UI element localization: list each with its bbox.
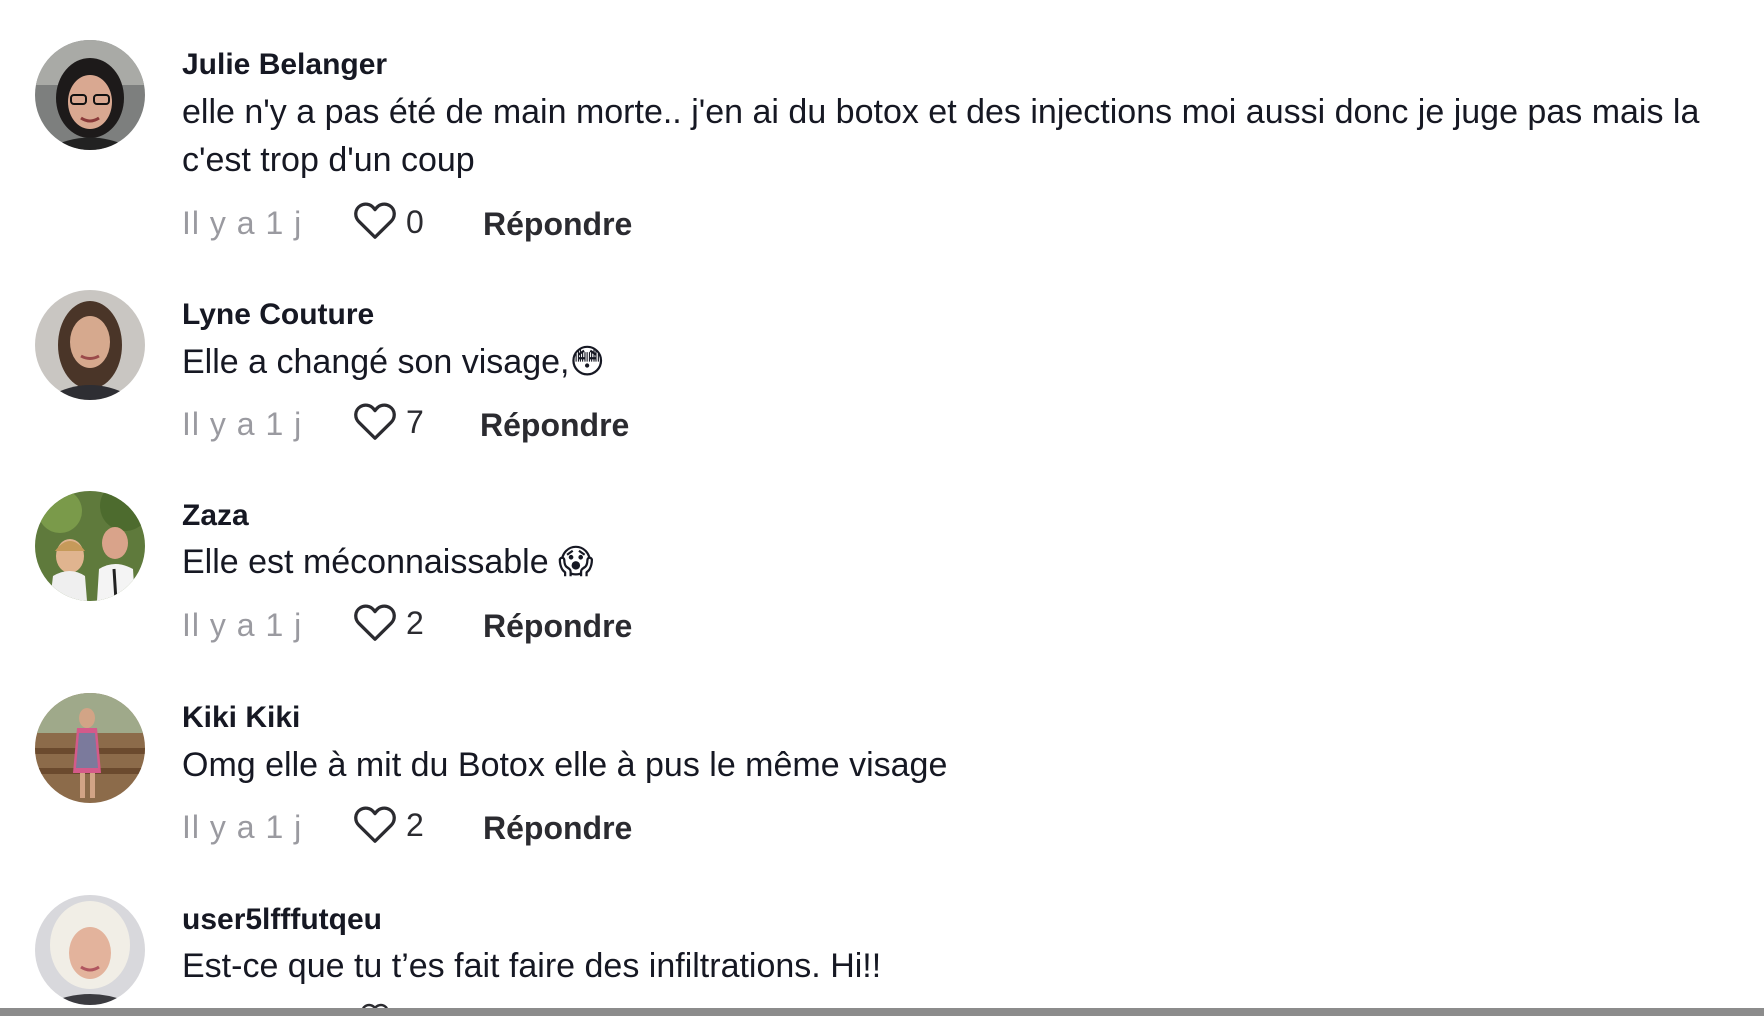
comment-username[interactable]: Lyne Couture bbox=[182, 298, 374, 332]
avatar[interactable] bbox=[35, 895, 145, 1005]
flushed-face-emoji: 😳 bbox=[569, 343, 605, 381]
comment-timestamp: Il y a 1 j bbox=[182, 809, 303, 845]
heart-icon[interactable] bbox=[353, 804, 397, 844]
avatar[interactable] bbox=[35, 40, 145, 150]
comment-timestamp: Il y a 1 j bbox=[182, 607, 303, 643]
comment-text: Elle est méconnaissable 😱 bbox=[182, 538, 1722, 586]
bottom-divider bbox=[0, 1008, 1764, 1016]
reply-button[interactable]: Répondre bbox=[483, 206, 632, 243]
comment-timestamp: Il y a 1 j bbox=[182, 205, 303, 241]
comment-text-body: Elle est méconnaissable bbox=[182, 543, 559, 581]
like-count: 2 bbox=[406, 807, 424, 843]
reply-button[interactable]: Répondre bbox=[480, 407, 629, 444]
comment-text-body: Elle a changé son visage, bbox=[182, 343, 570, 381]
comment-username[interactable]: Kiki Kiki bbox=[182, 701, 300, 735]
comment-text: Est-ce que tu t’es fait faire des infilt… bbox=[182, 947, 882, 985]
avatar[interactable] bbox=[35, 693, 145, 803]
comment-username[interactable]: Julie Belanger bbox=[182, 48, 387, 82]
heart-icon[interactable] bbox=[353, 401, 397, 441]
reply-button[interactable]: Répondre bbox=[483, 810, 632, 847]
comment-text: elle n'y a pas été de main morte.. j'en … bbox=[182, 93, 1700, 179]
comment-username[interactable]: user5lfffutqeu bbox=[182, 903, 382, 937]
screaming-face-emoji: 😱 bbox=[558, 543, 594, 581]
comment-timestamp: Il y a 1 j bbox=[182, 406, 303, 442]
heart-icon[interactable] bbox=[353, 602, 397, 642]
comment-text: Omg elle à mit du Botox elle à pus le mê… bbox=[182, 746, 948, 784]
avatar[interactable] bbox=[35, 491, 145, 601]
comment-text: Elle a changé son visage,😳 bbox=[182, 338, 1722, 386]
heart-icon[interactable] bbox=[353, 200, 397, 240]
avatar[interactable] bbox=[35, 290, 145, 400]
like-count: 7 bbox=[406, 404, 424, 440]
comment-username[interactable]: Zaza bbox=[182, 499, 249, 533]
like-count: 0 bbox=[406, 204, 424, 240]
reply-button[interactable]: Répondre bbox=[483, 608, 632, 645]
like-count: 2 bbox=[406, 605, 424, 641]
